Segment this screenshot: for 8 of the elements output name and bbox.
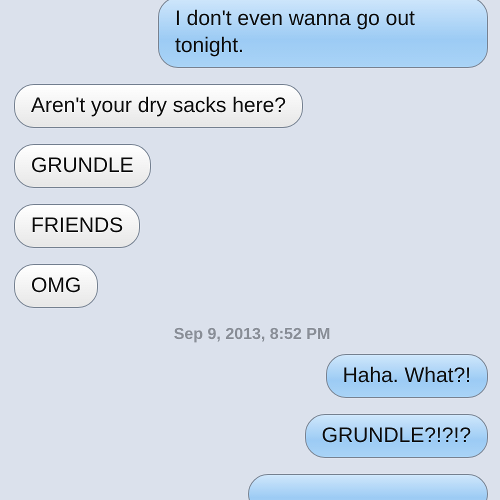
- received-message-bubble: GRUNDLE: [14, 144, 151, 188]
- sent-message-bubble: Haha. What?!: [326, 354, 488, 398]
- received-message-bubble: Aren't your dry sacks here?: [14, 84, 303, 128]
- timestamp: Sep 9, 2013, 8:52 PM: [174, 326, 330, 344]
- sent-message-bubble: I don't even wanna go out tonight.: [158, 0, 488, 68]
- received-message-bubble: OMG: [14, 264, 98, 308]
- received-message-bubble: FRIENDS: [14, 204, 140, 248]
- sent-message-bubble: GRUNDLE?!?!?: [304, 414, 488, 458]
